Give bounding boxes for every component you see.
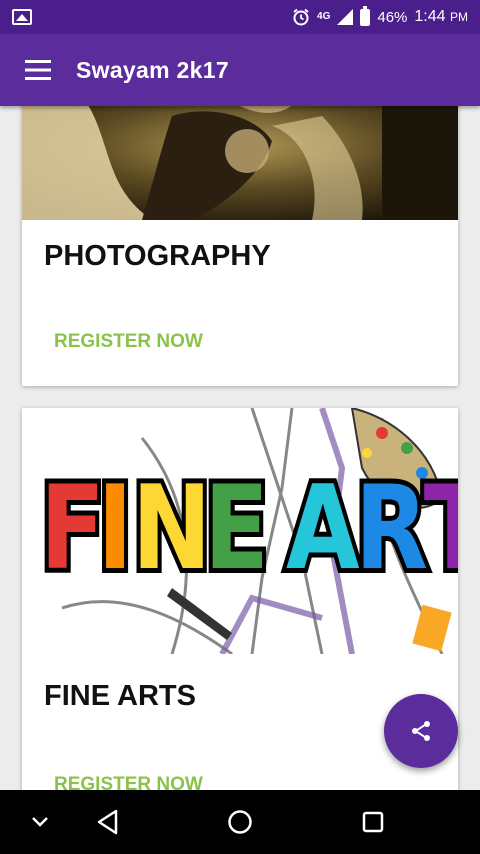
back-button[interactable] bbox=[68, 790, 148, 854]
svg-text:I: I bbox=[97, 462, 132, 597]
event-card-photography[interactable]: PHOTOGRAPHY REGISTER NOW bbox=[22, 106, 458, 386]
clock: 1:44 PM bbox=[414, 8, 468, 26]
fine-arts-banner-letter: F bbox=[40, 462, 105, 597]
hamburger-menu-icon bbox=[25, 60, 51, 80]
svg-text:T: T bbox=[424, 462, 458, 597]
gallery-notification-icon bbox=[12, 9, 32, 25]
menu-button[interactable] bbox=[0, 34, 76, 106]
event-title: PHOTOGRAPHY bbox=[44, 240, 271, 272]
chevron-down-icon bbox=[32, 817, 48, 827]
battery-icon bbox=[360, 5, 371, 26]
back-icon bbox=[97, 809, 118, 835]
recents-button[interactable] bbox=[333, 790, 413, 854]
home-button[interactable] bbox=[200, 790, 280, 854]
app-screen: 4G 46% 1:44 PM Swayam 2k17 PHOTOGRAPHY R… bbox=[0, 0, 480, 854]
network-type-label: 4G bbox=[317, 11, 331, 22]
event-image-fine-arts: F I N E A R T S bbox=[22, 408, 458, 654]
app-bar: Swayam 2k17 bbox=[0, 34, 480, 106]
clock-suffix: PM bbox=[450, 10, 468, 24]
signal-icon bbox=[337, 9, 354, 25]
event-title: FINE ARTS bbox=[44, 680, 196, 712]
svg-text:N: N bbox=[132, 462, 212, 597]
event-list[interactable]: PHOTOGRAPHY REGISTER NOW F I N E A R FIN… bbox=[0, 106, 480, 790]
battery-percent: 46% bbox=[377, 8, 408, 26]
home-icon bbox=[228, 810, 252, 834]
share-icon bbox=[412, 721, 430, 741]
alarm-icon bbox=[293, 8, 309, 26]
register-now-button[interactable]: REGISTER NOW bbox=[54, 774, 203, 790]
status-bar: 4G 46% 1:44 PM bbox=[0, 0, 480, 34]
svg-text:A: A bbox=[286, 462, 360, 597]
svg-text:R: R bbox=[355, 462, 428, 597]
share-fab[interactable] bbox=[384, 694, 458, 768]
app-title: Swayam 2k17 bbox=[76, 56, 229, 83]
register-now-button[interactable]: REGISTER NOW bbox=[54, 331, 203, 353]
clock-time: 1:44 bbox=[414, 8, 446, 25]
svg-text:E: E bbox=[204, 462, 269, 597]
recents-icon bbox=[362, 811, 384, 833]
system-nav-bar bbox=[0, 790, 480, 854]
event-image-photography bbox=[22, 106, 458, 220]
